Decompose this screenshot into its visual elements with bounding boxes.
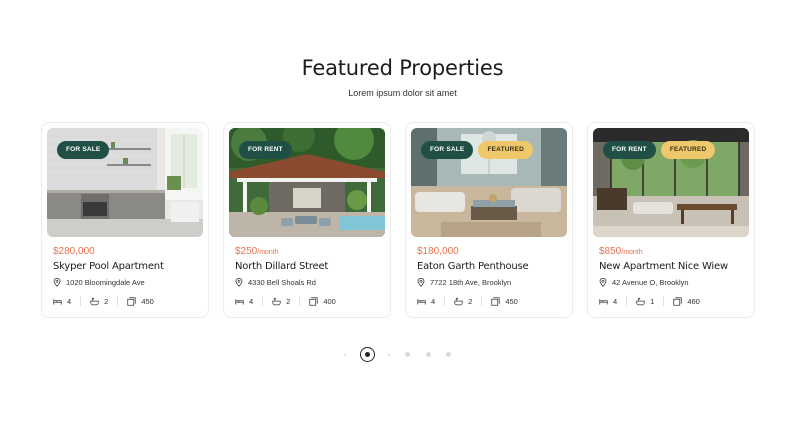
bed-icon bbox=[53, 298, 62, 304]
page-dot-4[interactable] bbox=[405, 352, 410, 357]
property-image[interactable]: FOR SALE FEATURED bbox=[411, 128, 567, 237]
page-dot-3[interactable] bbox=[388, 354, 390, 356]
area-icon bbox=[127, 296, 136, 306]
section-subtitle: Lorem ipsum dolor sit amet bbox=[348, 88, 457, 98]
property-address: 1020 Bloomingdale Ave bbox=[47, 278, 203, 287]
beds-count: 4 bbox=[613, 296, 618, 306]
property-price: $850/month bbox=[599, 246, 643, 257]
bed-icon bbox=[599, 298, 608, 304]
carousel-pagination bbox=[340, 347, 460, 363]
area-icon bbox=[309, 296, 318, 306]
page-dot-active-center bbox=[365, 352, 370, 357]
bed-icon bbox=[417, 298, 426, 304]
featured-badge: FEATURED bbox=[660, 141, 716, 159]
baths-count: 2 bbox=[286, 296, 291, 306]
property-stats: 4 1 460 bbox=[593, 296, 749, 306]
featured-badge: FEATURED bbox=[478, 141, 533, 159]
map-pin-icon bbox=[599, 278, 607, 287]
area-icon bbox=[491, 296, 500, 306]
area-value: 400 bbox=[323, 296, 336, 306]
property-image[interactable]: FOR SALE bbox=[47, 128, 203, 237]
page-dot-5[interactable] bbox=[426, 352, 431, 357]
property-name[interactable]: New Apartment Nice Wiew bbox=[593, 261, 749, 272]
beds-count: 4 bbox=[431, 296, 436, 306]
bath-icon bbox=[272, 297, 281, 305]
property-price: $180,000 bbox=[417, 246, 459, 257]
map-pin-icon bbox=[417, 278, 425, 287]
beds-count: 4 bbox=[249, 296, 254, 306]
area-value: 460 bbox=[687, 296, 700, 306]
property-image[interactable]: FOR RENT bbox=[229, 128, 385, 237]
bath-icon bbox=[636, 297, 645, 305]
property-address: 7722 18th Ave, Brooklyn bbox=[411, 278, 567, 287]
property-card[interactable]: FOR SALE FEATURED $180,000 Eaton Garth P… bbox=[405, 122, 573, 318]
area-value: 450 bbox=[505, 296, 518, 306]
for-sale-badge: FOR SALE bbox=[57, 141, 110, 159]
beds-count: 4 bbox=[67, 296, 72, 306]
page-dot-1[interactable] bbox=[344, 354, 346, 356]
property-stats: 4 2 450 bbox=[47, 296, 203, 306]
property-card[interactable]: FOR RENT FEATURED $850/month New Apartme… bbox=[587, 122, 755, 318]
for-rent-badge: FOR RENT bbox=[603, 141, 656, 159]
property-image[interactable]: FOR RENT FEATURED bbox=[593, 128, 749, 237]
property-name[interactable]: Eaton Garth Penthouse bbox=[411, 261, 567, 272]
property-stats: 4 2 450 bbox=[411, 296, 567, 306]
baths-count: 2 bbox=[468, 296, 473, 306]
section-title: Featured Properties bbox=[301, 56, 504, 80]
property-address: 4330 Bell Shoals Rd bbox=[229, 278, 385, 287]
property-card[interactable]: FOR RENT $250/month North Dillard Street… bbox=[223, 122, 391, 318]
property-address: 42 Avenue O, Brooklyn bbox=[593, 278, 749, 287]
bath-icon bbox=[454, 297, 463, 305]
property-card[interactable]: FOR SALE $280,000 Skyper Pool Apartment … bbox=[41, 122, 209, 318]
property-price: $250/month bbox=[235, 246, 279, 257]
area-value: 450 bbox=[141, 296, 154, 306]
baths-count: 2 bbox=[104, 296, 109, 306]
page-dot-6[interactable] bbox=[446, 352, 451, 357]
property-price: $280,000 bbox=[53, 246, 95, 257]
for-rent-badge: FOR RENT bbox=[239, 141, 292, 159]
property-stats: 4 2 400 bbox=[229, 296, 385, 306]
bath-icon bbox=[90, 297, 99, 305]
property-name[interactable]: Skyper Pool Apartment bbox=[47, 261, 203, 272]
property-name[interactable]: North Dillard Street bbox=[229, 261, 385, 272]
baths-count: 1 bbox=[650, 296, 655, 306]
area-icon bbox=[673, 296, 682, 306]
property-cards: FOR SALE $280,000 Skyper Pool Apartment … bbox=[41, 122, 755, 318]
map-pin-icon bbox=[53, 278, 61, 287]
for-sale-badge: FOR SALE bbox=[421, 141, 474, 159]
map-pin-icon bbox=[235, 278, 243, 287]
bed-icon bbox=[235, 298, 244, 304]
